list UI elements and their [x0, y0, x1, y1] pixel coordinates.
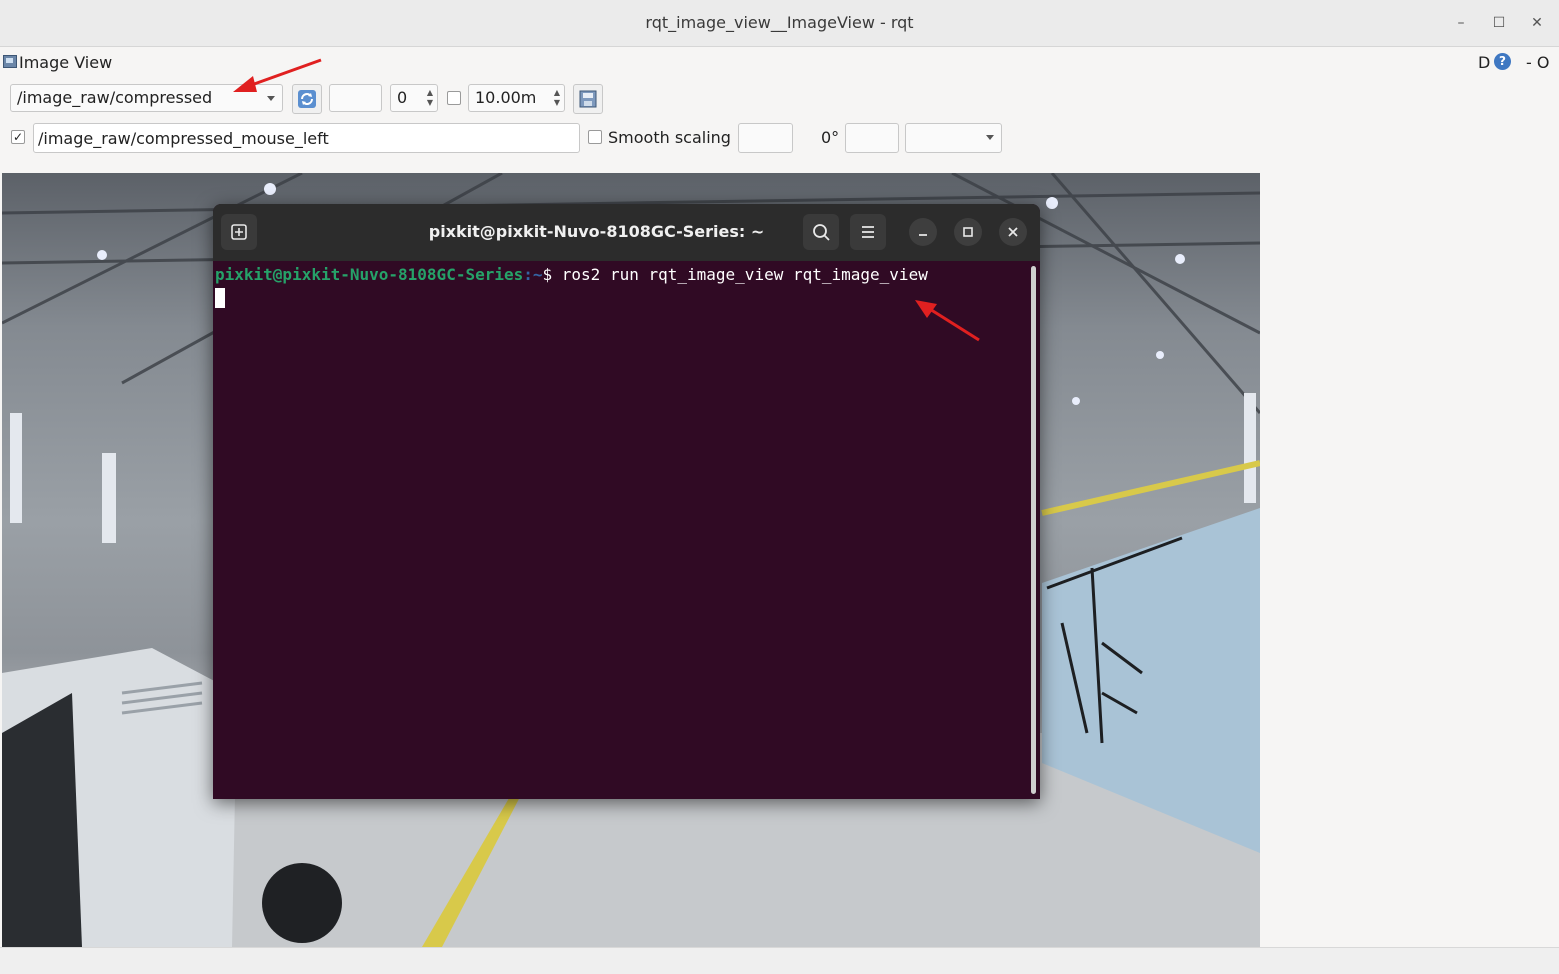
- refresh-topics-button[interactable]: [292, 84, 322, 114]
- topic-select[interactable]: /image_raw/compressed: [10, 84, 283, 112]
- timeout-spinbox[interactable]: 10.00m ▲ ▼: [468, 84, 565, 112]
- plugin-title: Image View: [19, 53, 113, 72]
- mouse-topic-input[interactable]: [33, 123, 580, 153]
- terminal-header: pixkit@pixkit-Nuvo-8108GC-Series: ~: [213, 204, 1040, 261]
- rotation-label: 0°: [821, 128, 840, 147]
- rotate-right-button[interactable]: [845, 123, 899, 153]
- menu-icon[interactable]: [850, 214, 886, 250]
- spin-arrows-icon[interactable]: ▲ ▼: [553, 88, 561, 108]
- save-icon: [579, 90, 597, 108]
- close-icon[interactable]: [999, 218, 1027, 246]
- dynamic-range-checkbox[interactable]: [447, 91, 461, 105]
- chevron-down-icon: [986, 135, 994, 140]
- prompt-symbol: $: [542, 265, 562, 284]
- frame-spinbox-value: 0: [397, 88, 408, 107]
- terminal-command: ros2 run rqt_image_view rqt_image_view: [561, 265, 928, 284]
- window-minimize-button[interactable]: –: [1450, 12, 1472, 34]
- search-icon[interactable]: [803, 214, 839, 250]
- refresh-icon: [298, 90, 316, 108]
- prompt-path: :~: [523, 265, 543, 284]
- smooth-scaling-checkbox[interactable]: [588, 130, 602, 144]
- timeout-spinbox-value: 10.00m: [475, 88, 537, 107]
- help-icon[interactable]: ?: [1494, 53, 1511, 70]
- terminal-window[interactable]: pixkit@pixkit-Nuvo-8108GC-Series: ~ pixk…: [213, 204, 1040, 799]
- smooth-scaling-label: Smooth scaling: [608, 128, 731, 147]
- frame-spinbox[interactable]: 0 ▲ ▼: [390, 84, 438, 112]
- chevron-down-icon: [267, 96, 275, 101]
- topic-select-value: /image_raw/compressed: [17, 88, 213, 107]
- save-image-button[interactable]: [573, 84, 603, 114]
- window-maximize-button[interactable]: ☐: [1488, 12, 1510, 34]
- maximize-icon[interactable]: [954, 218, 982, 246]
- plugin-minimize-close[interactable]: - O: [1526, 53, 1549, 72]
- terminal-output[interactable]: pixkit@pixkit-Nuvo-8108GC-Series:~$ ros2…: [215, 264, 928, 286]
- window-close-button[interactable]: ✕: [1526, 12, 1548, 34]
- zoom-fit-button[interactable]: [329, 84, 382, 112]
- image-view-plugin-icon: [3, 55, 17, 68]
- minimize-icon[interactable]: [909, 218, 937, 246]
- prompt-user: pixkit@pixkit-Nuvo-8108GC-Series: [215, 265, 524, 284]
- window-title: rqt_image_view__ImageView - rqt: [645, 13, 914, 32]
- window-titlebar: rqt_image_view__ImageView - rqt – ☐ ✕: [0, 0, 1559, 47]
- publish-mouse-checkbox[interactable]: ✓: [11, 130, 25, 144]
- terminal-scrollbar[interactable]: [1031, 266, 1036, 794]
- terminal-cursor: [215, 288, 225, 308]
- plugin-dock-toggle[interactable]: D: [1478, 53, 1490, 72]
- rotate-left-button[interactable]: [738, 123, 793, 153]
- status-bar: [0, 947, 1559, 974]
- color-scheme-select[interactable]: [905, 123, 1002, 153]
- spin-arrows-icon[interactable]: ▲ ▼: [426, 88, 434, 108]
